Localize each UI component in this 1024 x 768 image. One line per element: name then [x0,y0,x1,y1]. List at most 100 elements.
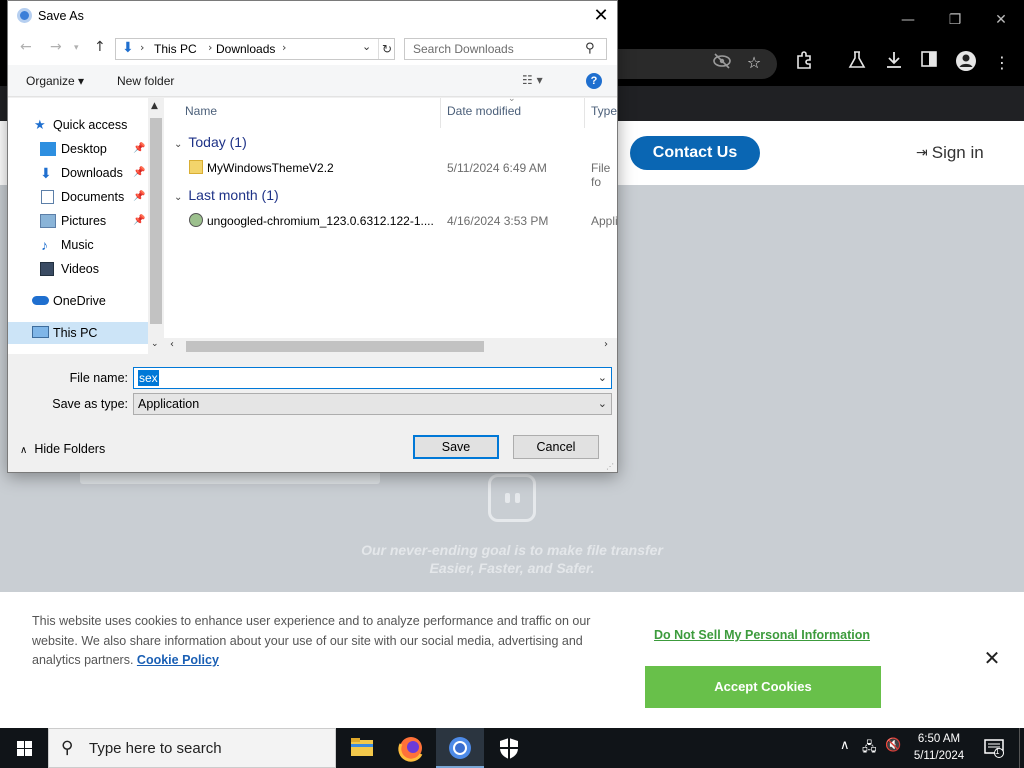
nav-item-pictures[interactable]: Pictures 📌 [8,210,148,232]
breadcrumb-downloads[interactable]: Downloads [216,42,275,56]
refresh-icon[interactable]: ↻ [378,39,395,59]
breadcrumb-chevron-icon[interactable]: › [140,41,144,54]
star-icon: ★ [34,117,46,132]
dialog-titlebar[interactable]: Save As ✕ [8,1,617,32]
downloads-arrow-icon: ⬇ [122,40,134,56]
folder-icon [189,160,203,174]
sign-in-icon: ⇥ [916,145,928,161]
profile-icon[interactable] [953,50,979,76]
nav-scrollbar-thumb[interactable] [150,118,162,324]
show-desktop-button[interactable] [1019,728,1024,768]
taskbar-search-placeholder: Type here to search [89,740,222,757]
file-list-hscrollbar[interactable]: ‹ › [164,338,617,355]
column-date-modified[interactable]: Date modified [447,104,521,118]
chevron-up-icon[interactable]: ∧ [840,738,850,753]
nav-item-music[interactable]: ♪ Music [8,234,148,256]
cookie-close-icon[interactable]: ✕ [981,647,1003,669]
column-name[interactable]: Name [185,104,217,118]
group-header[interactable]: ⌄ Today (1) [174,134,247,150]
nav-item-videos[interactable]: Videos [8,258,148,280]
up-arrow-icon[interactable]: ↑ [94,39,106,55]
save-as-type-select[interactable]: Application ⌄ [133,393,612,415]
downloads-icon: ⬇ [40,165,52,181]
breadcrumb-this-pc[interactable]: This PC [154,42,197,56]
view-options-icon[interactable]: ☷ ▾ [522,73,543,87]
chevron-down-icon[interactable]: ⌄ [598,371,607,384]
resize-grip-icon[interactable]: ⋰ [606,462,614,471]
cancel-button[interactable]: Cancel [513,435,599,459]
scroll-down-icon[interactable]: ⌄ [151,339,159,349]
new-folder-button[interactable]: New folder [117,74,174,88]
pin-icon: 📌 [133,215,146,226]
hide-folders-button[interactable]: ∧ Hide Folders [20,442,105,456]
file-list: Name Date modified ⌄ Type ⌄ Today (1) MyW… [164,94,618,354]
nav-item-quick-access[interactable]: ★ Quick access [8,114,148,136]
nav-item-desktop[interactable]: Desktop 📌 [8,138,148,160]
dialog-close-icon[interactable]: ✕ [590,4,612,28]
side-panel-icon[interactable] [916,50,942,76]
hscrollbar-thumb[interactable] [186,341,484,352]
notification-icon[interactable]: 1 [984,738,1004,762]
taskbar-search[interactable]: ⚲ Type here to search [48,728,336,768]
nav-item-label: Music [61,238,94,252]
group-header[interactable]: ⌄ Last month (1) [174,187,279,203]
menu-icon[interactable]: ⋮ [989,50,1015,76]
minimize-icon[interactable]: — [896,8,920,32]
save-button[interactable]: Save [413,435,499,459]
star-icon[interactable]: ☆ [741,50,767,76]
windows-start-icon[interactable] [0,728,48,768]
notification-count: 1 [995,747,1000,756]
eye-off-icon[interactable] [709,51,735,77]
network-icon[interactable]: 🖧 [862,738,877,760]
breadcrumb-chevron-icon[interactable]: › [282,41,286,54]
address-dropdown-icon[interactable]: ⌄ [362,40,371,53]
chevron-down-icon[interactable]: ⌄ [598,397,607,410]
system-clock[interactable]: 6:50 AM 5/11/2024 [904,731,974,765]
download-icon[interactable] [881,50,907,76]
nav-item-downloads[interactable]: ⬇ Downloads 📌 [8,162,148,184]
column-type[interactable]: Type [591,104,617,118]
help-icon[interactable]: ? [586,73,602,89]
restore-icon[interactable]: ❐ [943,8,967,32]
column-divider[interactable] [440,98,441,128]
dialog-search-placeholder: Search Downloads [413,42,514,56]
column-divider[interactable] [584,98,585,128]
scroll-up-icon[interactable]: ▲ [151,101,158,111]
volume-muted-icon[interactable]: 🔇 [885,738,901,753]
security-icon[interactable] [485,728,533,768]
extensions-icon[interactable] [791,50,817,76]
address-path[interactable]: ⬇ › This PC › Downloads › ⌄ ↻ [115,38,395,60]
forward-arrow-icon[interactable]: → [50,39,62,55]
cookie-policy-link[interactable]: Cookie Policy [137,653,219,667]
accept-cookies-button[interactable]: Accept Cookies [645,666,881,708]
do-not-sell-link[interactable]: Do Not Sell My Personal Information [654,628,870,642]
breadcrumb-chevron-icon[interactable]: › [208,41,212,54]
scroll-right-icon[interactable]: › [604,339,608,350]
labs-icon[interactable] [844,50,870,76]
robot-icon [488,474,536,522]
nav-item-onedrive[interactable]: OneDrive [8,290,148,312]
sign-in-link[interactable]: ⇥ Sign in [916,142,984,164]
file-explorer-icon[interactable] [338,728,386,768]
nav-item-this-pc[interactable]: This PC [8,322,148,344]
computer-icon [32,326,49,338]
onedrive-icon [32,296,49,305]
firefox-icon[interactable] [387,728,435,768]
nav-item-documents[interactable]: Documents 📌 [8,186,148,208]
scroll-left-icon[interactable]: ‹ [170,339,174,350]
file-name-field[interactable]: sex ⌄ [133,367,612,389]
back-arrow-icon[interactable]: ← [20,39,32,55]
recent-chevron-icon[interactable]: ▾ [74,43,79,53]
window-close-icon[interactable]: ✕ [989,8,1013,32]
chrome-icon[interactable] [436,728,484,768]
dialog-search-input[interactable]: Search Downloads ⚲ [404,38,607,60]
nav-scrollbar[interactable]: ▲ ⌄ [148,98,164,354]
cookie-text: This website uses cookies to enhance use… [32,612,622,671]
cookie-message: This website uses cookies to enhance use… [32,614,591,667]
hero-tagline: Our never-ending goal is to make file tr… [361,542,663,576]
search-icon: ⚲ [585,41,595,56]
dialog-navbar: ← → ▾ ↑ ⬇ › This PC › Downloads › ⌄ ↻ Se… [8,32,617,65]
organize-button[interactable]: Organize ▾ [26,74,84,88]
clock-time: 6:50 AM [917,733,961,745]
contact-us-button[interactable]: Contact Us [630,136,760,170]
